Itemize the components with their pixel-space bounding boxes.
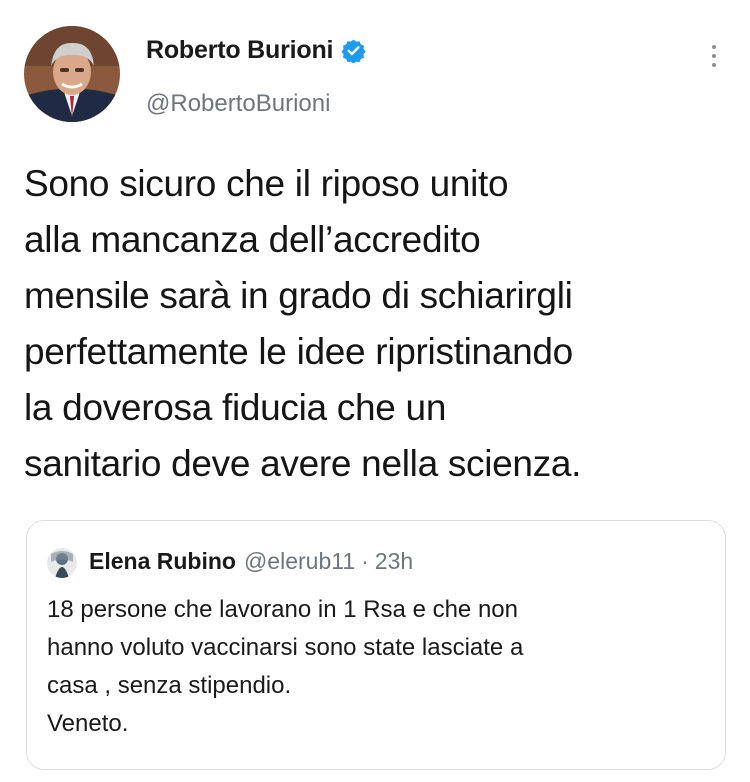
more-vertical-icon[interactable] bbox=[704, 38, 724, 74]
quoted-header: Elena Rubino @elerub11 · 23h bbox=[89, 548, 413, 575]
quoted-author-avatar[interactable] bbox=[47, 548, 77, 578]
verified-badge-icon bbox=[341, 39, 366, 63]
quoted-handle[interactable]: @elerub11 bbox=[244, 548, 355, 575]
tweet-card[interactable]: Roberto Burioni @RobertoBurioni Sono sic… bbox=[0, 0, 750, 782]
author-name-row: Roberto Burioni bbox=[146, 36, 366, 65]
author-handle[interactable]: @RobertoBurioni bbox=[146, 90, 330, 118]
profile-photo-icon bbox=[24, 26, 120, 122]
quoted-display-name[interactable]: Elena Rubino bbox=[89, 548, 236, 575]
profile-photo-icon bbox=[47, 548, 77, 578]
author-display-name[interactable]: Roberto Burioni bbox=[146, 36, 333, 65]
author-avatar[interactable] bbox=[24, 26, 120, 122]
quoted-text: 18 persone che lavorano in 1 Rsa e che n… bbox=[47, 596, 524, 737]
tweet-text: Sono sicuro che il riposo unito alla man… bbox=[24, 163, 582, 484]
quoted-timestamp[interactable]: 23h bbox=[375, 548, 413, 575]
separator-dot: · bbox=[361, 548, 369, 574]
quoted-tweet[interactable]: Elena Rubino @elerub11 · 23h 18 persone … bbox=[26, 520, 726, 770]
